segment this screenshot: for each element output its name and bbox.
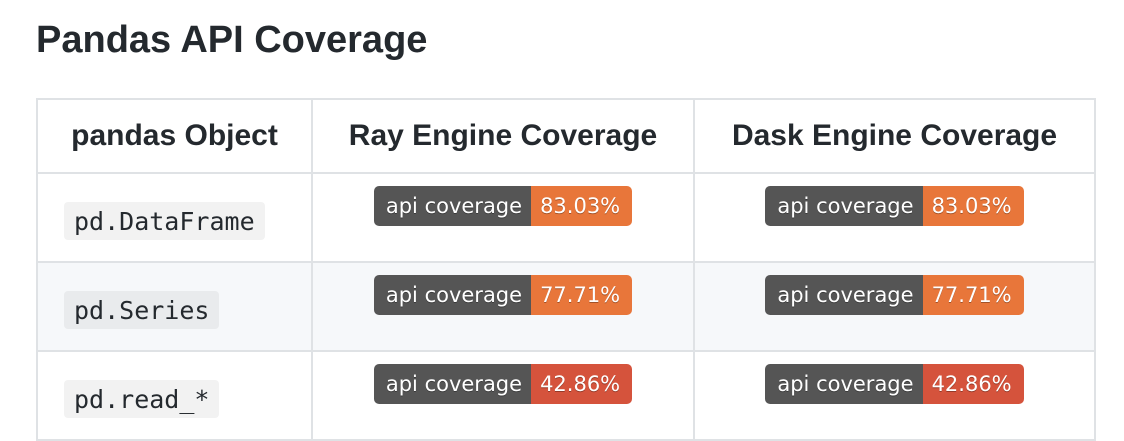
object-cell: pd.DataFrame (36, 172, 313, 263)
dask-coverage-badge[interactable]: api coverage 42.86% (765, 364, 1024, 404)
badge-value: 42.86% (531, 364, 633, 404)
object-cell: pd.read_* (36, 350, 313, 441)
ray-coverage-badge[interactable]: api coverage 83.03% (373, 186, 633, 226)
object-cell: pd.Series (36, 261, 313, 352)
badge-label: api coverage (373, 186, 532, 226)
header-pandas-object: pandas Object (36, 98, 313, 174)
badge-label: api coverage (373, 275, 532, 315)
header-ray-coverage: Ray Engine Coverage (311, 98, 695, 174)
badge-label: api coverage (373, 364, 532, 404)
dask-coverage-cell: api coverage 83.03% (693, 172, 1096, 263)
badge-value: 77.71% (922, 275, 1024, 315)
dask-coverage-badge[interactable]: api coverage 77.71% (765, 275, 1024, 315)
table-row: pd.read_* api coverage 42.86% api covera… (36, 350, 1096, 441)
dask-coverage-badge[interactable]: api coverage 83.03% (765, 186, 1024, 226)
badge-label: api coverage (765, 275, 923, 315)
table-row: pd.Series api coverage 77.71% api covera… (36, 261, 1096, 352)
header-row: pandas Object Ray Engine Coverage Dask E… (36, 98, 1096, 174)
badge-label: api coverage (765, 186, 923, 226)
dask-coverage-cell: api coverage 42.86% (693, 350, 1096, 441)
ray-coverage-badge[interactable]: api coverage 77.71% (373, 275, 633, 315)
page-title: Pandas API Coverage (36, 19, 428, 61)
badge-value: 42.86% (922, 364, 1024, 404)
object-name: pd.Series (64, 290, 220, 329)
ray-coverage-cell: api coverage 42.86% (311, 350, 695, 441)
badge-value: 77.71% (531, 275, 633, 315)
object-name: pd.DataFrame (64, 201, 265, 240)
ray-coverage-badge[interactable]: api coverage 42.86% (373, 364, 633, 404)
badge-value: 83.03% (922, 186, 1024, 226)
dask-coverage-cell: api coverage 77.71% (693, 261, 1096, 352)
object-name: pd.read_* (64, 379, 220, 418)
header-dask-coverage: Dask Engine Coverage (693, 98, 1096, 174)
coverage-table: pandas Object Ray Engine Coverage Dask E… (36, 98, 1096, 441)
table-row: pd.DataFrame api coverage 83.03% api cov… (36, 172, 1096, 263)
ray-coverage-cell: api coverage 77.71% (311, 261, 695, 352)
badge-label: api coverage (765, 364, 923, 404)
ray-coverage-cell: api coverage 83.03% (311, 172, 695, 263)
badge-value: 83.03% (531, 186, 633, 226)
